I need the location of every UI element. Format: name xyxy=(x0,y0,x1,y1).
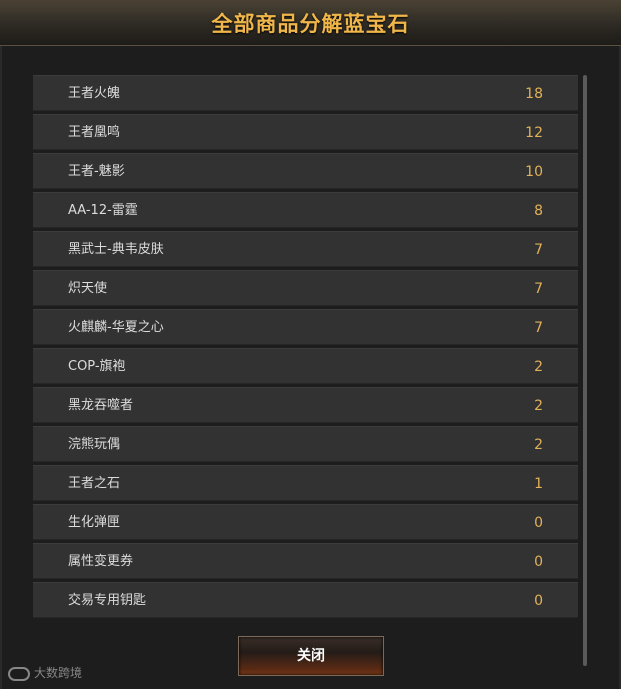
close-button[interactable]: 关闭 xyxy=(238,636,384,676)
item-name: 属性变更券 xyxy=(68,554,134,569)
item-count: 0 xyxy=(534,554,543,570)
item-count: 7 xyxy=(534,320,543,336)
list-item: 浣熊玩偶 2 xyxy=(33,426,578,462)
list-scrollbar[interactable] xyxy=(583,75,587,666)
item-count: 2 xyxy=(534,437,543,453)
list-item: COP-旗袍 2 xyxy=(33,348,578,384)
item-list: 王者火魄 18 王者凰鸣 12 王者-魅影 10 AA-12-雷霆 8 黑武士-… xyxy=(33,75,578,666)
item-name: 王者-魅影 xyxy=(68,164,125,179)
dialog-titlebar: 全部商品分解蓝宝石 xyxy=(0,0,621,46)
item-count: 2 xyxy=(534,398,543,414)
dialog-panel: 王者火魄 18 王者凰鸣 12 王者-魅影 10 AA-12-雷霆 8 黑武士-… xyxy=(0,46,621,689)
item-name: 王者之石 xyxy=(68,476,121,491)
item-name: 炽天使 xyxy=(68,281,108,296)
item-count: 7 xyxy=(534,281,543,297)
list-item: 王者火魄 18 xyxy=(33,75,578,111)
list-item: 黑龙吞噬者 2 xyxy=(33,387,578,423)
item-count: 12 xyxy=(525,125,543,141)
item-name: 王者凰鸣 xyxy=(68,125,121,140)
item-count: 18 xyxy=(525,86,543,102)
list-item: 王者凰鸣 12 xyxy=(33,114,578,150)
list-item: 属性变更券 0 xyxy=(33,543,578,579)
list-item: AA-12-雷霆 8 xyxy=(33,192,578,228)
item-count: 2 xyxy=(534,359,543,375)
list-item: 炽天使 7 xyxy=(33,270,578,306)
item-count: 1 xyxy=(534,476,543,492)
item-count: 10 xyxy=(525,164,543,180)
item-name: 黑龙吞噬者 xyxy=(68,398,134,413)
item-name: 王者火魄 xyxy=(68,86,121,101)
item-name: COP-旗袍 xyxy=(68,359,126,374)
watermark: 大数跨境 xyxy=(8,664,82,681)
list-item: 黑武士-典韦皮肤 7 xyxy=(33,231,578,267)
item-name: 交易专用钥匙 xyxy=(68,593,147,608)
list-item: 王者之石 1 xyxy=(33,465,578,501)
item-name: AA-12-雷霆 xyxy=(68,203,138,218)
list-item: 生化弹匣 0 xyxy=(33,504,578,540)
list-item: 王者-魅影 10 xyxy=(33,153,578,189)
item-name: 浣熊玩偶 xyxy=(68,437,121,452)
item-count: 7 xyxy=(534,242,543,258)
dialog-title: 全部商品分解蓝宝石 xyxy=(211,12,410,36)
item-name: 生化弹匣 xyxy=(68,515,121,530)
item-count: 0 xyxy=(534,593,543,609)
list-item: 火麒麟-华夏之心 7 xyxy=(33,309,578,345)
list-item: 交易专用钥匙 0 xyxy=(33,582,578,618)
item-count: 0 xyxy=(534,515,543,531)
item-name: 火麒麟-华夏之心 xyxy=(68,320,164,335)
brand-logo-icon xyxy=(8,666,30,681)
item-count: 8 xyxy=(534,203,543,219)
item-name: 黑武士-典韦皮肤 xyxy=(68,242,164,257)
watermark-text: 大数跨境 xyxy=(34,666,83,680)
